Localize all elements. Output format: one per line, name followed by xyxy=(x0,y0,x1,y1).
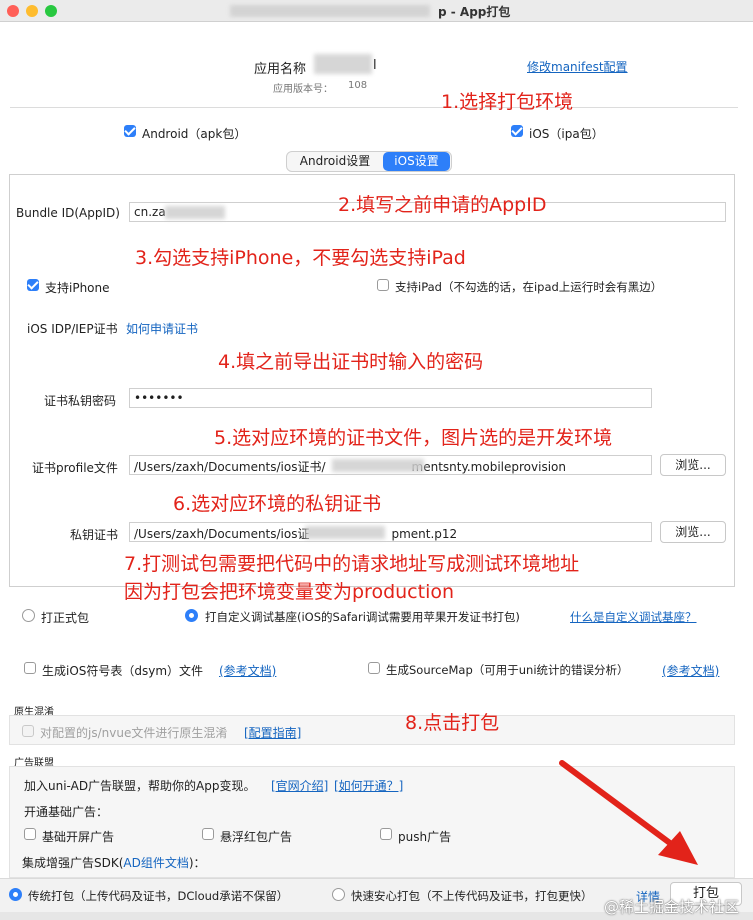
formal-build-label: 打正式包 xyxy=(41,611,90,625)
redacted-key-path xyxy=(305,526,385,539)
zoom-window-button[interactable] xyxy=(45,5,57,17)
version-label: 应用版本号： xyxy=(273,84,333,95)
obfuscation-label: 对配置的js/nvue文件进行原生混淆 xyxy=(40,726,228,740)
ios-checkbox[interactable] xyxy=(511,125,523,137)
obfuscation-checkbox[interactable] xyxy=(22,725,34,737)
close-window-button[interactable] xyxy=(7,5,19,17)
enhanced-ad-prefix: 集成增强广告SDK( xyxy=(22,856,124,870)
dsym-checkbox[interactable] xyxy=(24,662,36,674)
watermark: @稀土掘金技术社区 xyxy=(604,898,740,916)
divider xyxy=(10,107,738,108)
private-key-input[interactable]: /Users/zaxh/Documents/ios证 pment.p12 xyxy=(129,522,652,542)
window-title: p - App打包 xyxy=(438,5,511,19)
annotation-step4: 4.填之前导出证书时输入的密码 xyxy=(218,351,484,373)
tab-ios-settings[interactable]: iOS设置 xyxy=(383,152,450,171)
what-is-custom-base-link[interactable]: 什么是自定义调试基座？ xyxy=(570,609,697,625)
ad-component-doc-link[interactable]: AD组件文档 xyxy=(123,856,188,870)
support-ipad-label: 支持iPad（不勾选的话，在ipad上运行时会有黑边） xyxy=(395,280,663,294)
support-iphone-label: 支持iPhone xyxy=(45,281,110,295)
ads-join-text: 加入uni-AD广告联盟，帮助你的App变现。 xyxy=(24,779,256,793)
private-key-browse-button[interactable]: 浏览... xyxy=(660,521,726,543)
profile-browse-button[interactable]: 浏览... xyxy=(660,454,726,476)
formal-build-radio[interactable] xyxy=(22,609,35,622)
dsym-ref-link[interactable]: (参考文档) xyxy=(219,662,276,679)
bundle-id-value: cn.za xyxy=(134,205,166,219)
annotation-step6: 6.选对应环境的私钥证书 xyxy=(173,493,382,515)
custom-base-radio[interactable] xyxy=(185,609,198,622)
cert-password-input[interactable]: ••••••• xyxy=(129,388,652,408)
sourcemap-checkbox[interactable] xyxy=(368,662,380,674)
window-titlebar: p - App打包 xyxy=(0,0,753,22)
annotation-step7-line1: 7.打测试包需要把代码中的请求地址写成测试环境地址 xyxy=(124,553,580,575)
splash-ad-label: 基础开屏广告 xyxy=(42,830,115,844)
sourcemap-ref-link[interactable]: (参考文档) xyxy=(662,662,719,679)
bundle-id-label: Bundle ID(AppID) xyxy=(16,206,120,220)
annotation-step7-line2: 因为打包会把环境变量变为production xyxy=(124,581,455,603)
annotation-step8: 8.点击打包 xyxy=(405,712,500,734)
support-ipad-checkbox[interactable] xyxy=(377,279,389,291)
idp-label: iOS IDP/IEP证书 xyxy=(27,322,118,336)
sourcemap-label: 生成SourceMap（可用于uni统计的错误分析） xyxy=(386,663,629,677)
traditional-build-radio[interactable] xyxy=(9,888,22,901)
annotation-step5: 5.选对应环境的证书文件，图片选的是开发环境 xyxy=(214,427,613,449)
cert-password-label: 证书私钥密码 xyxy=(44,394,117,408)
config-guide-link[interactable]: [配置指南] xyxy=(244,724,301,741)
redacted-profile-path xyxy=(332,459,424,472)
private-key-prefix: /Users/zaxh/Documents/ios证 xyxy=(134,527,310,541)
ads-how-to-link[interactable]: [如何开通？] xyxy=(334,777,403,794)
redacted-title xyxy=(230,5,430,17)
dsym-label: 生成iOS符号表（dsym）文件 xyxy=(42,664,204,678)
push-ad-label: push广告 xyxy=(398,830,452,844)
support-iphone-checkbox[interactable] xyxy=(27,279,39,291)
how-to-apply-cert-link[interactable]: 如何申请证书 xyxy=(126,320,198,337)
custom-base-label: 打自定义调试基座(iOS的Safari调试需要用苹果开发证书打包) xyxy=(205,610,520,624)
redacted-bundle-id xyxy=(165,206,225,219)
minimize-window-button[interactable] xyxy=(26,5,38,17)
tab-android-settings[interactable]: Android设置 xyxy=(289,152,381,171)
fast-build-label: 快速安心打包（不上传代码及证书，打包更快） xyxy=(351,889,593,903)
traditional-build-label: 传统打包（上传代码及证书，DCloud承诺不保留） xyxy=(28,889,289,903)
splash-ad-checkbox[interactable] xyxy=(24,828,36,840)
android-checkbox[interactable] xyxy=(124,125,136,137)
app-name-tail: l xyxy=(373,58,377,73)
float-red-ad-checkbox[interactable] xyxy=(202,828,214,840)
private-key-suffix: pment.p12 xyxy=(391,527,458,541)
profile-label: 证书profile文件 xyxy=(32,461,118,475)
push-ad-checkbox[interactable] xyxy=(380,828,392,840)
profile-path-prefix: /Users/zaxh/Documents/ios证书/ xyxy=(134,460,326,474)
profile-path-suffix: mentsnty.mobileprovision xyxy=(411,460,566,474)
version-value: 108 xyxy=(348,80,368,91)
edit-manifest-link[interactable]: 修改manifest配置 xyxy=(527,58,628,75)
cert-password-value: ••••••• xyxy=(134,391,184,405)
enhanced-ad-text: 集成增强广告SDK(AD组件文档)： xyxy=(22,854,206,871)
fast-build-radio[interactable] xyxy=(332,888,345,901)
app-name-label: 应用名称 xyxy=(254,62,307,77)
basic-ads-title: 开通基础广告： xyxy=(24,805,109,819)
float-red-ad-label: 悬浮红包广告 xyxy=(220,830,293,844)
annotation-step3: 3.勾选支持iPhone，不要勾选支持iPad xyxy=(135,247,466,269)
redacted-app-name xyxy=(314,54,372,74)
annotation-step1: 1.选择打包环境 xyxy=(441,91,574,113)
private-key-label: 私钥证书 xyxy=(70,528,119,542)
annotation-step2: 2.填写之前申请的AppID xyxy=(338,194,547,216)
enhanced-ad-suffix: )： xyxy=(188,856,206,870)
android-label: Android（apk包） xyxy=(142,127,247,141)
ads-intro-link[interactable]: [官网介绍] xyxy=(271,777,328,794)
red-arrow-icon xyxy=(559,760,698,865)
ios-label: iOS（ipa包） xyxy=(529,127,604,141)
